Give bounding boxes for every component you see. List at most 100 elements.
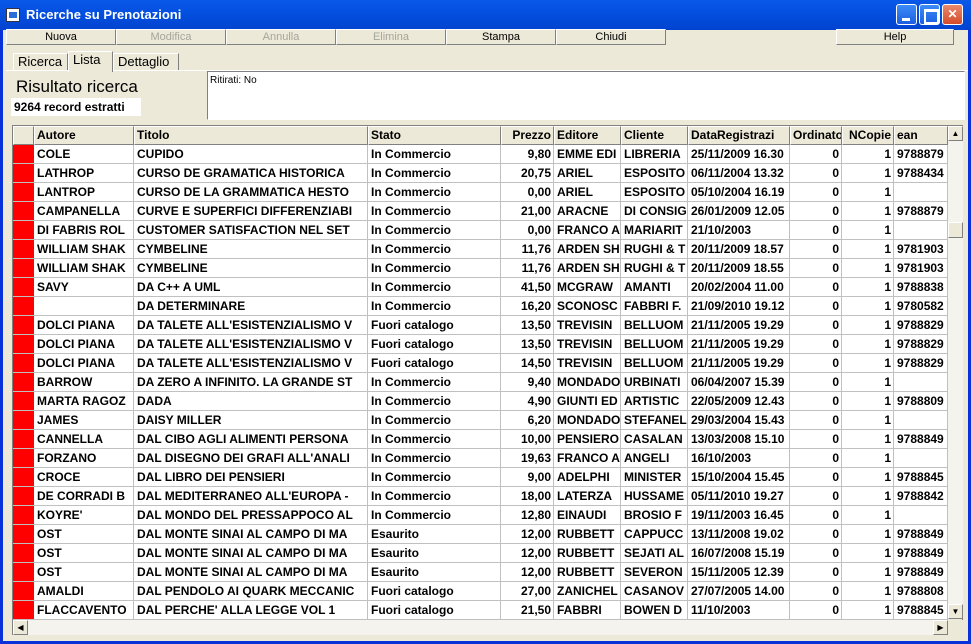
cell-cliente[interactable]: CAPPUCC [621,525,688,544]
cell-autore[interactable]: DOLCI PIANA [34,354,134,373]
cell-editore[interactable]: ARACNE [554,202,621,221]
cell-cliente[interactable]: STEFANEL [621,411,688,430]
cell-ncopie[interactable]: 1 [842,278,894,297]
cell-cliente[interactable]: ESPOSITO [621,164,688,183]
cell-editore[interactable]: TREVISIN [554,335,621,354]
cell-cliente[interactable]: ESPOSITO [621,183,688,202]
cell-autore[interactable]: COLE [34,145,134,164]
cell-ncopie[interactable]: 1 [842,544,894,563]
cell-editore[interactable]: RUBBETT [554,525,621,544]
cell-ordinato[interactable]: 0 [790,373,842,392]
table-row[interactable]: LATHROP CURSO DE GRAMATICA HISTORICA In Co… [13,164,948,183]
cell-autore[interactable]: WILLIAM SHAK [34,240,134,259]
cell-stato[interactable]: Fuori catalogo [368,601,501,620]
cell-ean[interactable]: 9781903 [894,240,948,259]
cell-autore[interactable]: LATHROP [34,164,134,183]
column-header-stato[interactable]: Stato [368,126,501,145]
cell-editore[interactable]: ZANICHEL [554,582,621,601]
minimize-button[interactable] [896,4,917,25]
close-form-button[interactable]: Chiudi [556,29,666,45]
cell-ordinato[interactable]: 0 [790,354,842,373]
cell-autore[interactable]: AMALDI [34,582,134,601]
cell-ordinato[interactable]: 0 [790,392,842,411]
cell-titolo[interactable]: CYMBELINE [134,240,368,259]
cell-editore[interactable]: GIUNTI ED [554,392,621,411]
cell-ncopie[interactable]: 1 [842,164,894,183]
cell-ordinato[interactable]: 0 [790,582,842,601]
table-row[interactable]: WILLIAM SHAK CYMBELINE In Commercio 11,76 AR… [13,240,948,259]
cell-data-registrazione[interactable]: 21/11/2005 19.29 [688,354,790,373]
cell-editore[interactable]: MONDADO [554,373,621,392]
cell-data-registrazione[interactable]: 27/07/2005 14.00 [688,582,790,601]
cell-cliente[interactable]: RUGHI & T [621,259,688,278]
cell-cliente[interactable]: BROSIO F [621,506,688,525]
cell-ncopie[interactable]: 1 [842,297,894,316]
cell-ordinato[interactable]: 0 [790,601,842,620]
cell-ncopie[interactable]: 1 [842,354,894,373]
cell-editore[interactable]: ARDEN SH [554,259,621,278]
cell-titolo[interactable]: DADA [134,392,368,411]
cell-ncopie[interactable]: 1 [842,145,894,164]
cell-autore[interactable]: SAVY [34,278,134,297]
cell-data-registrazione[interactable]: 21/11/2005 19.29 [688,316,790,335]
table-row[interactable]: MARTA RAGOZ DADA In Commercio 4,90 GIUNTI ED… [13,392,948,411]
table-row[interactable]: DA DETERMINARE In Commercio 16,20 SCONOSC FA… [13,297,948,316]
cell-editore[interactable]: ADELPHI [554,468,621,487]
cell-prezzo[interactable]: 19,63 [501,449,554,468]
cell-ordinato[interactable]: 0 [790,411,842,430]
cell-prezzo[interactable]: 13,50 [501,316,554,335]
cell-ncopie[interactable]: 1 [842,582,894,601]
cell-cliente[interactable]: MARIARIT [621,221,688,240]
cell-titolo[interactable]: DAL CIBO AGLI ALIMENTI PERSONA [134,430,368,449]
cell-autore[interactable] [34,297,134,316]
results-grid[interactable]: Autore Titolo Stato Prezzo Editore Clien… [12,125,963,635]
cell-editore[interactable]: RUBBETT [554,544,621,563]
cell-titolo[interactable]: CUSTOMER SATISFACTION NEL SET [134,221,368,240]
cell-ean[interactable]: 9788845 [894,468,948,487]
table-row[interactable]: DOLCI PIANA DA TALETE ALL'ESISTENZIALISMO… [13,335,948,354]
cell-cliente[interactable]: SEJATI AL [621,544,688,563]
cell-ncopie[interactable]: 1 [842,240,894,259]
cell-ncopie[interactable]: 1 [842,335,894,354]
vertical-scrollbar[interactable]: ▲ ▼ [948,126,963,619]
cell-cliente[interactable]: CASALAN [621,430,688,449]
cell-ean[interactable]: 9788829 [894,316,948,335]
column-header-cliente[interactable]: Cliente [621,126,688,145]
column-header-data-registrazione[interactable]: DataRegistrazi [688,126,790,145]
cell-titolo[interactable]: DAL MONTE SINAI AL CAMPO DI MA [134,525,368,544]
table-row[interactable]: OST DAL MONTE SINAI AL CAMPO DI MA Esaurit… [13,525,948,544]
cell-stato[interactable]: Esaurito [368,525,501,544]
cell-ean[interactable]: 9788842 [894,487,948,506]
cell-ean[interactable]: 9788808 [894,582,948,601]
cell-ean[interactable]: 9781903 [894,259,948,278]
cell-ncopie[interactable]: 1 [842,221,894,240]
table-row[interactable]: WILLIAM SHAK CYMBELINE In Commercio 11,76 AR… [13,259,948,278]
cell-cliente[interactable]: FABBRI F. [621,297,688,316]
cell-data-registrazione[interactable]: 15/11/2005 12.39 [688,563,790,582]
cell-prezzo[interactable]: 9,40 [501,373,554,392]
cell-ean[interactable] [894,373,948,392]
cell-prezzo[interactable]: 18,00 [501,487,554,506]
cell-autore[interactable]: OST [34,563,134,582]
cell-ordinato[interactable]: 0 [790,240,842,259]
cell-prezzo[interactable]: 14,50 [501,354,554,373]
cell-ordinato[interactable]: 0 [790,202,842,221]
cell-ncopie[interactable]: 1 [842,449,894,468]
cell-titolo[interactable]: DAL PERCHE' ALLA LEGGE VOL 1 [134,601,368,620]
cell-data-registrazione[interactable]: 19/11/2003 16.45 [688,506,790,525]
cell-ordinato[interactable]: 0 [790,506,842,525]
column-header-ncopie[interactable]: NCopie [842,126,894,145]
cell-stato[interactable]: In Commercio [368,449,501,468]
cell-titolo[interactable]: DA TALETE ALL'ESISTENZIALISMO V [134,316,368,335]
cell-editore[interactable]: EINAUDI [554,506,621,525]
cell-data-registrazione[interactable]: 20/02/2004 11.00 [688,278,790,297]
cell-ordinato[interactable]: 0 [790,221,842,240]
cell-titolo[interactable]: DAL PENDOLO AI QUARK MECCANIC [134,582,368,601]
cell-data-registrazione[interactable]: 26/01/2009 12.05 [688,202,790,221]
title-bar[interactable]: Ricerche su Prenotazioni ✕ [0,0,971,30]
cell-stato[interactable]: Fuori catalogo [368,335,501,354]
cell-titolo[interactable]: DA ZERO A INFINITO. LA GRANDE ST [134,373,368,392]
cell-prezzo[interactable]: 41,50 [501,278,554,297]
cell-autore[interactable]: DI FABRIS ROL [34,221,134,240]
cell-ncopie[interactable]: 1 [842,373,894,392]
